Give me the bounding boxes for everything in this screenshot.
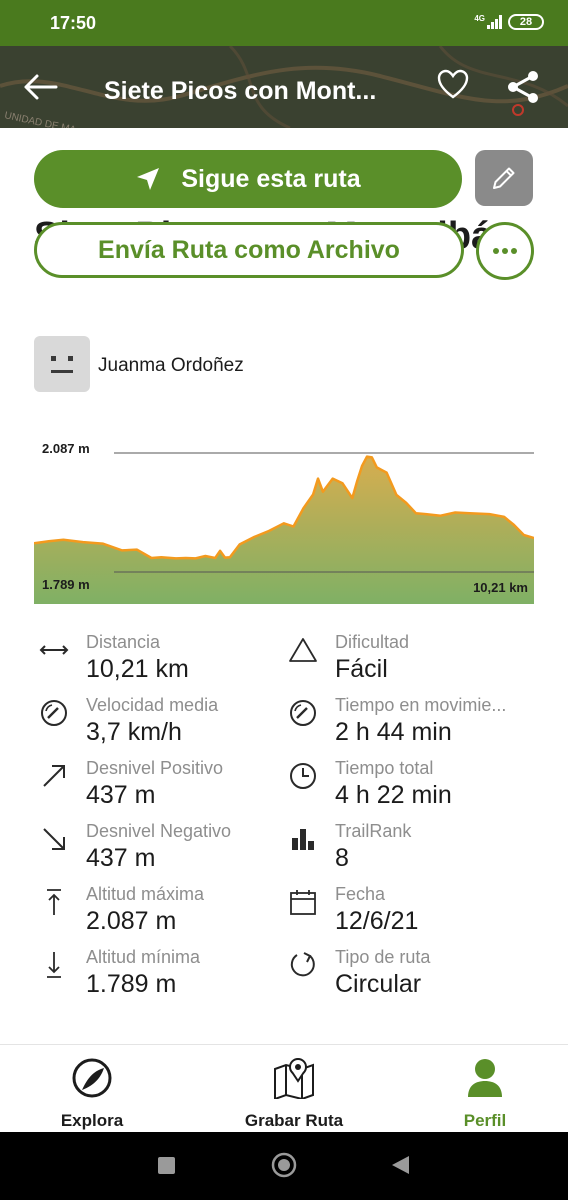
elevation-chart: 2.087 m 1.789 m 10,21 km bbox=[34, 441, 534, 604]
nav-profile[interactable]: Perfil bbox=[405, 1057, 565, 1130]
avatar-face-icon bbox=[51, 356, 73, 373]
stat-value: Circular bbox=[335, 970, 422, 998]
speedometer-icon bbox=[287, 697, 319, 729]
bar-chart-icon bbox=[287, 823, 319, 855]
max-altitude-label: 2.087 m bbox=[42, 441, 90, 456]
stat-label: Dificultad bbox=[335, 632, 410, 652]
circular-arrow-icon bbox=[287, 949, 319, 981]
stat-value: 8 bbox=[335, 844, 349, 872]
stat-elevation-gain: Desnivel Positivo 437 m bbox=[38, 758, 278, 820]
nav-record-label: Grabar Ruta bbox=[244, 1111, 344, 1130]
battery-level: 28 bbox=[519, 15, 533, 28]
stat-label: Velocidad media bbox=[86, 695, 219, 715]
stat-value: 12/6/21 bbox=[335, 907, 419, 935]
edit-button[interactable] bbox=[475, 150, 533, 206]
explore-icon bbox=[12, 1057, 172, 1099]
calendar-icon bbox=[287, 886, 319, 918]
recent-apps-icon[interactable] bbox=[158, 1157, 175, 1174]
stat-date: Fecha 12/6/21 bbox=[287, 884, 527, 946]
header: UNIDAD DE MA Siete Picos con Mont... bbox=[0, 46, 568, 128]
arrow-up-right-icon bbox=[38, 760, 70, 792]
author-name[interactable]: Juanma Ordoñez bbox=[98, 355, 244, 377]
clock-icon bbox=[287, 760, 319, 792]
signal-icon bbox=[487, 15, 502, 29]
stat-average-speed: Velocidad media 3,7 km/h bbox=[38, 695, 278, 757]
status-indicators: 4G 28 bbox=[474, 14, 544, 30]
stat-label: Tipo de ruta bbox=[335, 947, 431, 967]
speedometer-icon bbox=[38, 697, 70, 729]
more-dots-icon bbox=[493, 248, 517, 254]
map-pin-icon bbox=[214, 1057, 374, 1099]
total-distance-label: 10,21 km bbox=[473, 580, 528, 595]
network-label: 4G bbox=[474, 13, 485, 23]
status-bar: 17:50 4G 28 bbox=[0, 0, 568, 46]
stat-moving-time: Tiempo en movimie... 2 h 44 min bbox=[287, 695, 527, 757]
bottom-nav: Explora Grabar Ruta Perfil bbox=[0, 1044, 568, 1132]
stat-label: Tiempo en movimie... bbox=[335, 695, 507, 715]
person-icon bbox=[405, 1057, 565, 1099]
navigation-arrow-icon bbox=[137, 168, 160, 190]
stat-elevation-loss: Desnivel Negativo 437 m bbox=[38, 821, 278, 883]
header-title: Siete Picos con Mont... bbox=[104, 77, 377, 105]
system-nav-bar bbox=[0, 1132, 568, 1200]
stat-label: Desnivel Positivo bbox=[86, 758, 224, 778]
stat-label: Altitud mínima bbox=[86, 947, 201, 967]
stat-route-type: Tipo de ruta Circular bbox=[287, 947, 527, 1009]
share-icon[interactable] bbox=[504, 68, 542, 106]
stat-label: Fecha bbox=[335, 884, 386, 904]
stat-value: 4 h 22 min bbox=[335, 781, 452, 809]
distance-icon bbox=[38, 634, 70, 666]
avatar[interactable] bbox=[34, 336, 90, 392]
stat-value: 3,7 km/h bbox=[86, 718, 182, 746]
pencil-icon bbox=[493, 167, 515, 189]
stat-value: 437 m bbox=[86, 781, 156, 809]
triangle-icon bbox=[287, 634, 319, 666]
status-time: 17:50 bbox=[50, 13, 97, 33]
send-route-file-button[interactable]: Envía Ruta como Archivo bbox=[34, 222, 464, 278]
system-nav-buttons bbox=[158, 1152, 409, 1178]
stat-label: Desnivel Negativo bbox=[86, 821, 232, 841]
stat-distance: Distancia 10,21 km bbox=[38, 632, 278, 694]
stat-label: Altitud máxima bbox=[86, 884, 205, 904]
stat-value: 2.087 m bbox=[86, 907, 177, 935]
min-altitude-label: 1.789 m bbox=[42, 577, 90, 592]
more-options-button[interactable] bbox=[476, 222, 534, 280]
heart-icon[interactable] bbox=[436, 68, 470, 102]
nav-explore-label: Explora bbox=[60, 1111, 124, 1130]
stat-value: 10,21 km bbox=[86, 655, 189, 683]
stat-label: Distancia bbox=[86, 632, 161, 652]
stat-label: Tiempo total bbox=[335, 758, 434, 778]
nav-record-route[interactable]: Grabar Ruta bbox=[214, 1057, 374, 1130]
send-route-file-label: Envía Ruta como Archivo bbox=[98, 235, 400, 264]
stat-max-altitude: Altitud máxima 2.087 m bbox=[38, 884, 278, 946]
stat-value: 437 m bbox=[86, 844, 156, 872]
arrow-up-bar-icon bbox=[38, 886, 70, 918]
stat-value: 2 h 44 min bbox=[335, 718, 452, 746]
stat-label: TrailRank bbox=[335, 821, 412, 841]
stat-value: 1.789 m bbox=[86, 970, 177, 998]
elevation-area bbox=[34, 456, 534, 604]
follow-route-button[interactable]: Sigue esta ruta bbox=[34, 150, 462, 208]
stat-min-altitude: Altitud mínima 1.789 m bbox=[38, 947, 278, 1009]
stat-total-time: Tiempo total 4 h 22 min bbox=[287, 758, 527, 820]
follow-route-label: Sigue esta ruta bbox=[181, 164, 361, 193]
stat-difficulty: Dificultad Fácil bbox=[287, 632, 527, 694]
back-icon[interactable] bbox=[392, 1156, 409, 1174]
arrow-down-right-icon bbox=[38, 823, 70, 855]
battery-icon: 28 bbox=[508, 14, 544, 30]
stat-trailrank: TrailRank 8 bbox=[287, 821, 527, 883]
back-arrow-icon[interactable] bbox=[22, 72, 58, 102]
nav-profile-label: Perfil bbox=[463, 1111, 507, 1130]
stat-value: Fácil bbox=[335, 655, 388, 683]
arrow-down-bar-icon bbox=[38, 949, 70, 981]
nav-explore[interactable]: Explora bbox=[12, 1057, 172, 1130]
